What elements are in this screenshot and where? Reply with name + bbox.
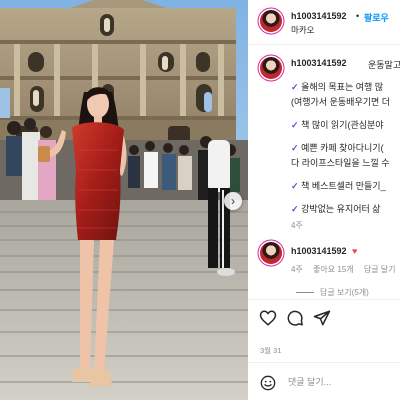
- heart-icon[interactable]: [259, 309, 277, 327]
- post-photo[interactable]: ›: [0, 0, 248, 400]
- caption-first-line: 운동말고 목: [368, 60, 400, 70]
- next-photo-button[interactable]: ›: [224, 192, 242, 210]
- caption-line-text: 다 라이프스타일을 느낄 수: [291, 158, 390, 168]
- author-username[interactable]: h1003141592: [291, 11, 347, 21]
- author-avatar[interactable]: [260, 10, 282, 32]
- replies-dash: [296, 292, 314, 294]
- instagram-post-window: › h1003141592 • 팔로우 마카오 h1003141592 운동말고…: [0, 0, 400, 400]
- view-replies-button[interactable]: 답글 보기(5개): [296, 287, 369, 298]
- reply-button[interactable]: 답글 달기: [364, 265, 396, 274]
- caption-line-text: 책 베스트셀러 만들기_: [301, 181, 386, 191]
- caption-line: ✓ 책 베스트셀러 만들기_: [291, 179, 386, 192]
- caption-line-text: 올해의 목표는 여행 많: [301, 82, 384, 92]
- comment-time[interactable]: 4주: [291, 265, 303, 274]
- caption-username[interactable]: h1003141592: [291, 58, 347, 68]
- caption-line-text: (여행가서 운동배우기면 더: [291, 97, 391, 107]
- caption-line-text: 예쁜 카페 찾아다니기(: [301, 143, 384, 153]
- comment-meta: 4주 좋아요 15개 답글 달기: [291, 264, 400, 275]
- comment-likes[interactable]: 좋아요 15개: [313, 265, 354, 274]
- check-icon: ✓: [291, 120, 299, 130]
- caption-line-text: 책 많이 읽기(관심분야: [301, 120, 384, 130]
- caption-line: 다 라이프스타일을 느낄 수: [291, 156, 390, 169]
- chevron-right-icon: ›: [231, 194, 235, 208]
- check-icon: ✓: [291, 181, 299, 191]
- caption-line-text: 강박없는 유지어터 삶: [301, 204, 381, 214]
- post-sidebar: h1003141592 • 팔로우 마카오 h1003141592 운동말고 목…: [248, 0, 400, 400]
- red-heart-icon: ♥: [352, 246, 358, 256]
- post-header: h1003141592 • 팔로우 마카오: [248, 0, 400, 45]
- caption-line: ✓ 책 많이 읽기(관심분야: [291, 118, 384, 131]
- photo-illustration: [0, 0, 248, 400]
- check-icon: ✓: [291, 204, 299, 214]
- commenter-username[interactable]: h1003141592: [291, 246, 347, 256]
- caption-line: ✓ 올해의 목표는 여행 많: [291, 80, 383, 93]
- comment-input[interactable]: [288, 370, 396, 394]
- caption-avatar[interactable]: [260, 57, 282, 79]
- post-date[interactable]: 3월 31: [260, 345, 282, 356]
- check-icon: ✓: [291, 82, 299, 92]
- header-separator: •: [356, 11, 360, 21]
- commenter-avatar[interactable]: [260, 242, 282, 264]
- caption-line: ✓ 강박없는 유지어터 삶: [291, 202, 381, 215]
- caption-line: (여행가서 운동배우기면 더: [291, 95, 390, 108]
- check-icon: ✓: [291, 143, 299, 153]
- share-icon[interactable]: [313, 309, 331, 327]
- caption-line: ✓ 예쁜 카페 찾아다니기(: [291, 141, 384, 154]
- view-replies-label: 답글 보기(5개): [320, 288, 369, 297]
- emoji-icon[interactable]: [260, 375, 276, 391]
- post-location[interactable]: 마카오: [291, 24, 314, 36]
- follow-button[interactable]: 팔로우: [364, 11, 389, 24]
- caption-time[interactable]: 4주: [291, 220, 303, 231]
- comment-icon[interactable]: [286, 309, 304, 327]
- actions-divider: [248, 299, 400, 301]
